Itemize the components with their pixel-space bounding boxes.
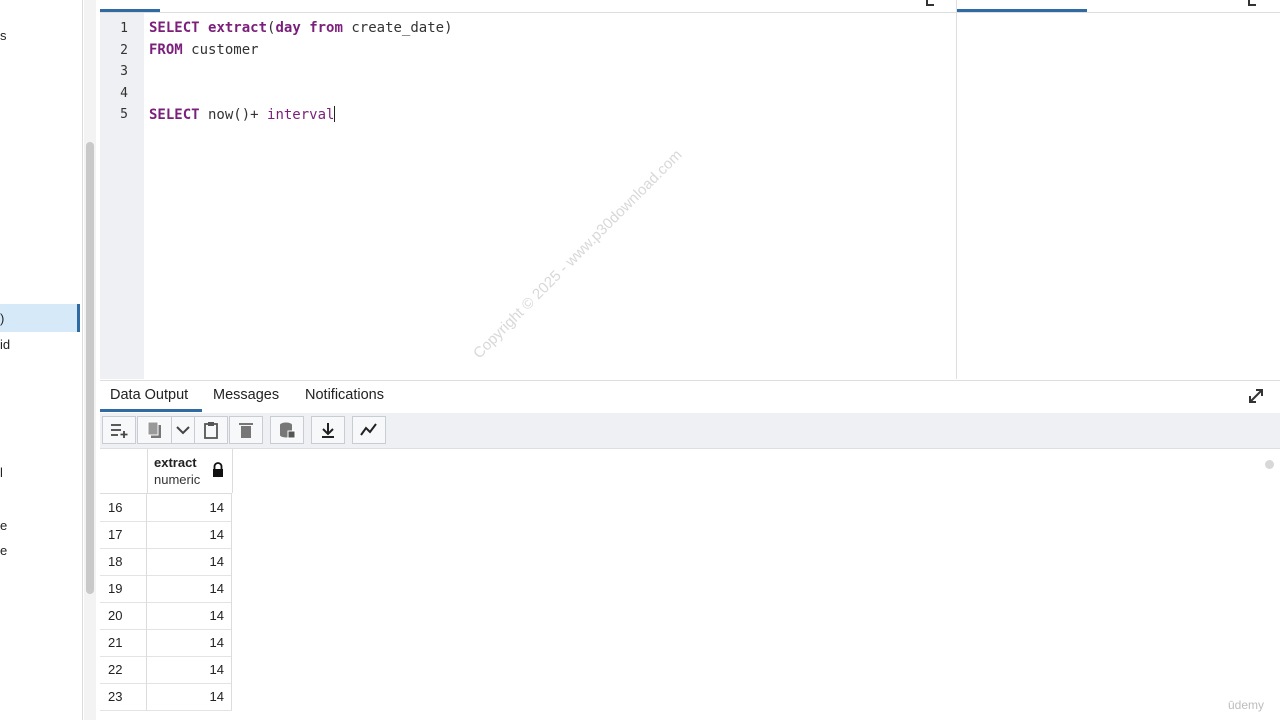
grid-scrollbar[interactable] xyxy=(1265,460,1274,469)
save-data-icon xyxy=(280,422,296,439)
tree-selected-item[interactable] xyxy=(0,304,80,332)
maximize-icon[interactable] xyxy=(1248,0,1256,6)
cell-value: 14 xyxy=(209,689,224,704)
code-line[interactable]: SELECT extract(day from create_date) xyxy=(149,20,453,36)
object-explorer-panel: s ) id l e e xyxy=(0,0,83,720)
table-row[interactable]: 20 14 xyxy=(100,602,232,630)
cell-value: 14 xyxy=(209,527,224,542)
table-row[interactable]: 16 14 xyxy=(100,494,232,522)
tab-messages[interactable]: Messages xyxy=(213,387,279,403)
code-text: customer xyxy=(182,42,259,58)
delete-button[interactable] xyxy=(229,416,263,444)
line-number: 4 xyxy=(120,86,128,101)
copy-icon xyxy=(147,421,161,438)
tree-scrollbar-thumb[interactable] xyxy=(86,142,94,594)
cell-value: 14 xyxy=(209,500,224,515)
delete-icon xyxy=(239,423,253,438)
add-row-icon xyxy=(111,424,128,438)
editor-divider[interactable] xyxy=(956,0,957,379)
query-tabs-bar xyxy=(100,0,956,13)
keyword: extract xyxy=(208,20,268,36)
tree-item-fragment[interactable]: e xyxy=(0,543,7,558)
tab-notifications[interactable]: Notifications xyxy=(305,387,384,403)
table-row[interactable]: 22 14 xyxy=(100,656,232,684)
line-number: 5 xyxy=(120,107,128,122)
row-number: 17 xyxy=(108,527,123,542)
scratch-pad-tab-indicator xyxy=(957,9,1087,12)
graph-visualiser-button[interactable] xyxy=(352,416,386,444)
table-row[interactable]: 17 14 xyxy=(100,521,232,549)
expand-icon[interactable] xyxy=(1246,386,1266,406)
save-data-button[interactable] xyxy=(270,416,304,444)
download-icon xyxy=(322,423,334,438)
output-tab-active-indicator xyxy=(100,409,202,412)
line-number: 1 xyxy=(120,21,128,36)
table-row[interactable]: 18 14 xyxy=(100,548,232,576)
column-type: numeric xyxy=(154,472,201,487)
row-number: 20 xyxy=(108,608,123,623)
cell-value: 14 xyxy=(209,635,224,650)
cell-value: 14 xyxy=(209,608,224,623)
code-text: now()+ xyxy=(199,107,268,123)
copy-options-chevron-icon xyxy=(176,426,190,435)
maximize-icon[interactable] xyxy=(926,0,934,6)
copy-options-dropdown[interactable] xyxy=(171,416,195,444)
tree-item-fragment[interactable]: s xyxy=(0,28,7,43)
add-row-button[interactable] xyxy=(102,416,136,444)
cell-value: 14 xyxy=(209,554,224,569)
lock-icon xyxy=(211,462,225,478)
query-tab-active-indicator xyxy=(100,9,160,12)
table-row[interactable]: 23 14 xyxy=(100,683,232,711)
row-number: 22 xyxy=(108,662,123,677)
brand-watermark: ūdemy xyxy=(1228,698,1265,712)
tree-item-fragment[interactable]: id xyxy=(0,337,10,352)
copy-button[interactable] xyxy=(137,416,171,444)
watermark: Copyright © 2025 - www.p30download.com xyxy=(470,146,686,363)
keyword: from xyxy=(309,20,343,36)
row-number: 23 xyxy=(108,689,123,704)
table-row[interactable]: 21 14 xyxy=(100,629,232,657)
tree-item-fragment[interactable]: l xyxy=(0,465,3,480)
column-name: extract xyxy=(154,455,197,470)
tree-item-fragment[interactable]: ) xyxy=(0,311,4,326)
row-number: 16 xyxy=(108,500,123,515)
line-number: 3 xyxy=(120,64,128,79)
keyword: SELECT xyxy=(149,20,200,36)
paste-icon xyxy=(204,422,218,439)
text-caret xyxy=(334,106,336,122)
tab-data-output[interactable]: Data Output xyxy=(110,387,188,403)
keyword: day xyxy=(275,20,301,36)
cell-value: 14 xyxy=(209,662,224,677)
download-button[interactable] xyxy=(311,416,345,444)
code-line[interactable]: FROM customer xyxy=(149,42,259,58)
code-line[interactable]: SELECT now()+ interval xyxy=(149,106,336,123)
paste-button[interactable] xyxy=(194,416,228,444)
line-number: 2 xyxy=(120,43,128,58)
tree-item-fragment[interactable]: e xyxy=(0,518,7,533)
code-text: create_date) xyxy=(342,20,453,36)
row-number: 21 xyxy=(108,635,123,650)
row-number: 19 xyxy=(108,581,123,596)
code-text: interval xyxy=(267,107,335,123)
graph-icon xyxy=(360,423,377,436)
table-row[interactable]: 19 14 xyxy=(100,575,232,603)
keyword: SELECT xyxy=(149,107,200,123)
keyword: FROM xyxy=(149,42,183,58)
cell-value: 14 xyxy=(209,581,224,596)
row-number: 18 xyxy=(108,554,123,569)
